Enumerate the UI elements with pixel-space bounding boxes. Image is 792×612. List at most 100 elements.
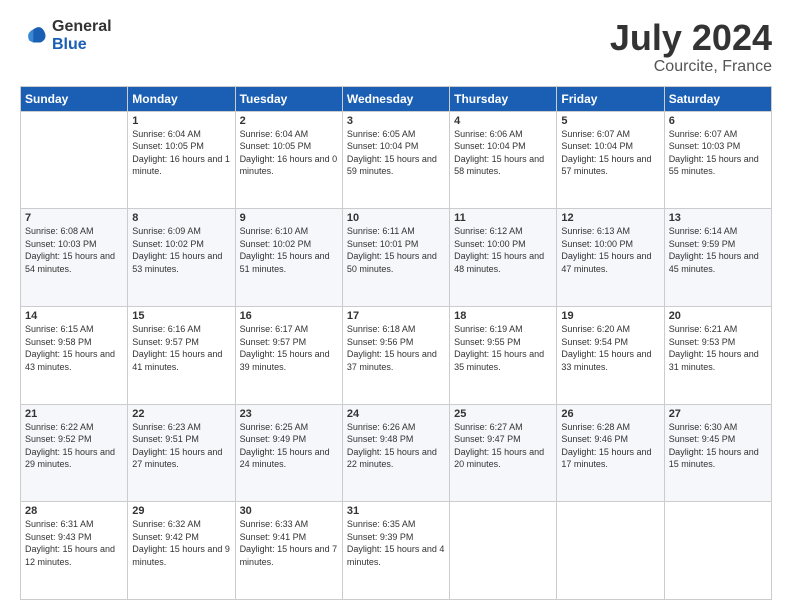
col-monday: Monday bbox=[128, 86, 235, 111]
day-info: Sunrise: 6:16 AM Sunset: 9:57 PM Dayligh… bbox=[132, 323, 230, 373]
day-number: 22 bbox=[132, 408, 230, 420]
day-info: Sunrise: 6:06 AM Sunset: 10:04 PM Daylig… bbox=[454, 128, 552, 178]
cell-w2-d6: 20 Sunrise: 6:21 AM Sunset: 9:53 PM Dayl… bbox=[664, 306, 771, 404]
page: General Blue July 2024 Courcite, France … bbox=[0, 0, 792, 612]
col-sunday: Sunday bbox=[21, 86, 128, 111]
day-number: 18 bbox=[454, 310, 552, 322]
calendar-table: Sunday Monday Tuesday Wednesday Thursday… bbox=[20, 86, 772, 600]
day-number: 19 bbox=[561, 310, 659, 322]
title-block: July 2024 Courcite, France bbox=[610, 18, 772, 76]
day-info: Sunrise: 6:04 AM Sunset: 10:05 PM Daylig… bbox=[240, 128, 338, 178]
day-info: Sunrise: 6:11 AM Sunset: 10:01 PM Daylig… bbox=[347, 225, 445, 275]
cell-w1-d3: 10 Sunrise: 6:11 AM Sunset: 10:01 PM Day… bbox=[342, 209, 449, 307]
day-number: 29 bbox=[132, 505, 230, 517]
day-info: Sunrise: 6:31 AM Sunset: 9:43 PM Dayligh… bbox=[25, 518, 123, 568]
cell-w0-d1: 1 Sunrise: 6:04 AM Sunset: 10:05 PM Dayl… bbox=[128, 111, 235, 209]
cell-w0-d6: 6 Sunrise: 6:07 AM Sunset: 10:03 PM Dayl… bbox=[664, 111, 771, 209]
logo-blue: Blue bbox=[52, 36, 112, 54]
day-info: Sunrise: 6:19 AM Sunset: 9:55 PM Dayligh… bbox=[454, 323, 552, 373]
cell-w4-d5 bbox=[557, 502, 664, 600]
logo-text: General Blue bbox=[52, 18, 112, 53]
day-number: 21 bbox=[25, 408, 123, 420]
cell-w3-d1: 22 Sunrise: 6:23 AM Sunset: 9:51 PM Dayl… bbox=[128, 404, 235, 502]
day-info: Sunrise: 6:15 AM Sunset: 9:58 PM Dayligh… bbox=[25, 323, 123, 373]
cell-w2-d4: 18 Sunrise: 6:19 AM Sunset: 9:55 PM Dayl… bbox=[450, 306, 557, 404]
day-info: Sunrise: 6:28 AM Sunset: 9:46 PM Dayligh… bbox=[561, 421, 659, 471]
logo-icon bbox=[20, 22, 48, 50]
day-number: 30 bbox=[240, 505, 338, 517]
day-info: Sunrise: 6:14 AM Sunset: 9:59 PM Dayligh… bbox=[669, 225, 767, 275]
day-number: 14 bbox=[25, 310, 123, 322]
cell-w0-d0 bbox=[21, 111, 128, 209]
day-number: 16 bbox=[240, 310, 338, 322]
col-thursday: Thursday bbox=[450, 86, 557, 111]
cell-w0-d5: 5 Sunrise: 6:07 AM Sunset: 10:04 PM Dayl… bbox=[557, 111, 664, 209]
cell-w2-d1: 15 Sunrise: 6:16 AM Sunset: 9:57 PM Dayl… bbox=[128, 306, 235, 404]
day-number: 26 bbox=[561, 408, 659, 420]
day-number: 11 bbox=[454, 212, 552, 224]
logo-general: General bbox=[52, 18, 112, 36]
day-number: 24 bbox=[347, 408, 445, 420]
cell-w0-d4: 4 Sunrise: 6:06 AM Sunset: 10:04 PM Dayl… bbox=[450, 111, 557, 209]
cell-w0-d3: 3 Sunrise: 6:05 AM Sunset: 10:04 PM Dayl… bbox=[342, 111, 449, 209]
day-number: 13 bbox=[669, 212, 767, 224]
cell-w0-d2: 2 Sunrise: 6:04 AM Sunset: 10:05 PM Dayl… bbox=[235, 111, 342, 209]
day-info: Sunrise: 6:17 AM Sunset: 9:57 PM Dayligh… bbox=[240, 323, 338, 373]
cell-w3-d6: 27 Sunrise: 6:30 AM Sunset: 9:45 PM Dayl… bbox=[664, 404, 771, 502]
cell-w4-d2: 30 Sunrise: 6:33 AM Sunset: 9:41 PM Dayl… bbox=[235, 502, 342, 600]
day-info: Sunrise: 6:33 AM Sunset: 9:41 PM Dayligh… bbox=[240, 518, 338, 568]
col-tuesday: Tuesday bbox=[235, 86, 342, 111]
cell-w1-d5: 12 Sunrise: 6:13 AM Sunset: 10:00 PM Day… bbox=[557, 209, 664, 307]
week-row-4: 28 Sunrise: 6:31 AM Sunset: 9:43 PM Dayl… bbox=[21, 502, 772, 600]
day-number: 27 bbox=[669, 408, 767, 420]
day-number: 20 bbox=[669, 310, 767, 322]
day-number: 6 bbox=[669, 115, 767, 127]
day-info: Sunrise: 6:13 AM Sunset: 10:00 PM Daylig… bbox=[561, 225, 659, 275]
day-info: Sunrise: 6:25 AM Sunset: 9:49 PM Dayligh… bbox=[240, 421, 338, 471]
col-wednesday: Wednesday bbox=[342, 86, 449, 111]
title-month: July 2024 bbox=[610, 18, 772, 58]
week-row-1: 7 Sunrise: 6:08 AM Sunset: 10:03 PM Dayl… bbox=[21, 209, 772, 307]
day-info: Sunrise: 6:05 AM Sunset: 10:04 PM Daylig… bbox=[347, 128, 445, 178]
cell-w2-d5: 19 Sunrise: 6:20 AM Sunset: 9:54 PM Dayl… bbox=[557, 306, 664, 404]
cell-w3-d5: 26 Sunrise: 6:28 AM Sunset: 9:46 PM Dayl… bbox=[557, 404, 664, 502]
day-number: 17 bbox=[347, 310, 445, 322]
day-number: 7 bbox=[25, 212, 123, 224]
cell-w3-d2: 23 Sunrise: 6:25 AM Sunset: 9:49 PM Dayl… bbox=[235, 404, 342, 502]
day-number: 1 bbox=[132, 115, 230, 127]
cell-w4-d4 bbox=[450, 502, 557, 600]
day-info: Sunrise: 6:23 AM Sunset: 9:51 PM Dayligh… bbox=[132, 421, 230, 471]
cell-w1-d1: 8 Sunrise: 6:09 AM Sunset: 10:02 PM Dayl… bbox=[128, 209, 235, 307]
day-info: Sunrise: 6:26 AM Sunset: 9:48 PM Dayligh… bbox=[347, 421, 445, 471]
day-info: Sunrise: 6:09 AM Sunset: 10:02 PM Daylig… bbox=[132, 225, 230, 275]
cell-w4-d6 bbox=[664, 502, 771, 600]
day-info: Sunrise: 6:10 AM Sunset: 10:02 PM Daylig… bbox=[240, 225, 338, 275]
cell-w3-d3: 24 Sunrise: 6:26 AM Sunset: 9:48 PM Dayl… bbox=[342, 404, 449, 502]
cell-w4-d3: 31 Sunrise: 6:35 AM Sunset: 9:39 PM Dayl… bbox=[342, 502, 449, 600]
day-number: 23 bbox=[240, 408, 338, 420]
day-info: Sunrise: 6:07 AM Sunset: 10:03 PM Daylig… bbox=[669, 128, 767, 178]
day-info: Sunrise: 6:35 AM Sunset: 9:39 PM Dayligh… bbox=[347, 518, 445, 568]
day-info: Sunrise: 6:20 AM Sunset: 9:54 PM Dayligh… bbox=[561, 323, 659, 373]
day-number: 25 bbox=[454, 408, 552, 420]
day-number: 5 bbox=[561, 115, 659, 127]
cell-w3-d0: 21 Sunrise: 6:22 AM Sunset: 9:52 PM Dayl… bbox=[21, 404, 128, 502]
day-info: Sunrise: 6:12 AM Sunset: 10:00 PM Daylig… bbox=[454, 225, 552, 275]
cell-w2-d0: 14 Sunrise: 6:15 AM Sunset: 9:58 PM Dayl… bbox=[21, 306, 128, 404]
day-number: 8 bbox=[132, 212, 230, 224]
day-info: Sunrise: 6:22 AM Sunset: 9:52 PM Dayligh… bbox=[25, 421, 123, 471]
day-info: Sunrise: 6:07 AM Sunset: 10:04 PM Daylig… bbox=[561, 128, 659, 178]
day-info: Sunrise: 6:18 AM Sunset: 9:56 PM Dayligh… bbox=[347, 323, 445, 373]
day-info: Sunrise: 6:27 AM Sunset: 9:47 PM Dayligh… bbox=[454, 421, 552, 471]
week-row-2: 14 Sunrise: 6:15 AM Sunset: 9:58 PM Dayl… bbox=[21, 306, 772, 404]
day-number: 3 bbox=[347, 115, 445, 127]
calendar-header-row: Sunday Monday Tuesday Wednesday Thursday… bbox=[21, 86, 772, 111]
logo: General Blue bbox=[20, 18, 112, 53]
week-row-3: 21 Sunrise: 6:22 AM Sunset: 9:52 PM Dayl… bbox=[21, 404, 772, 502]
week-row-0: 1 Sunrise: 6:04 AM Sunset: 10:05 PM Dayl… bbox=[21, 111, 772, 209]
cell-w3-d4: 25 Sunrise: 6:27 AM Sunset: 9:47 PM Dayl… bbox=[450, 404, 557, 502]
cell-w2-d3: 17 Sunrise: 6:18 AM Sunset: 9:56 PM Dayl… bbox=[342, 306, 449, 404]
header: General Blue July 2024 Courcite, France bbox=[20, 18, 772, 76]
day-info: Sunrise: 6:30 AM Sunset: 9:45 PM Dayligh… bbox=[669, 421, 767, 471]
day-info: Sunrise: 6:32 AM Sunset: 9:42 PM Dayligh… bbox=[132, 518, 230, 568]
